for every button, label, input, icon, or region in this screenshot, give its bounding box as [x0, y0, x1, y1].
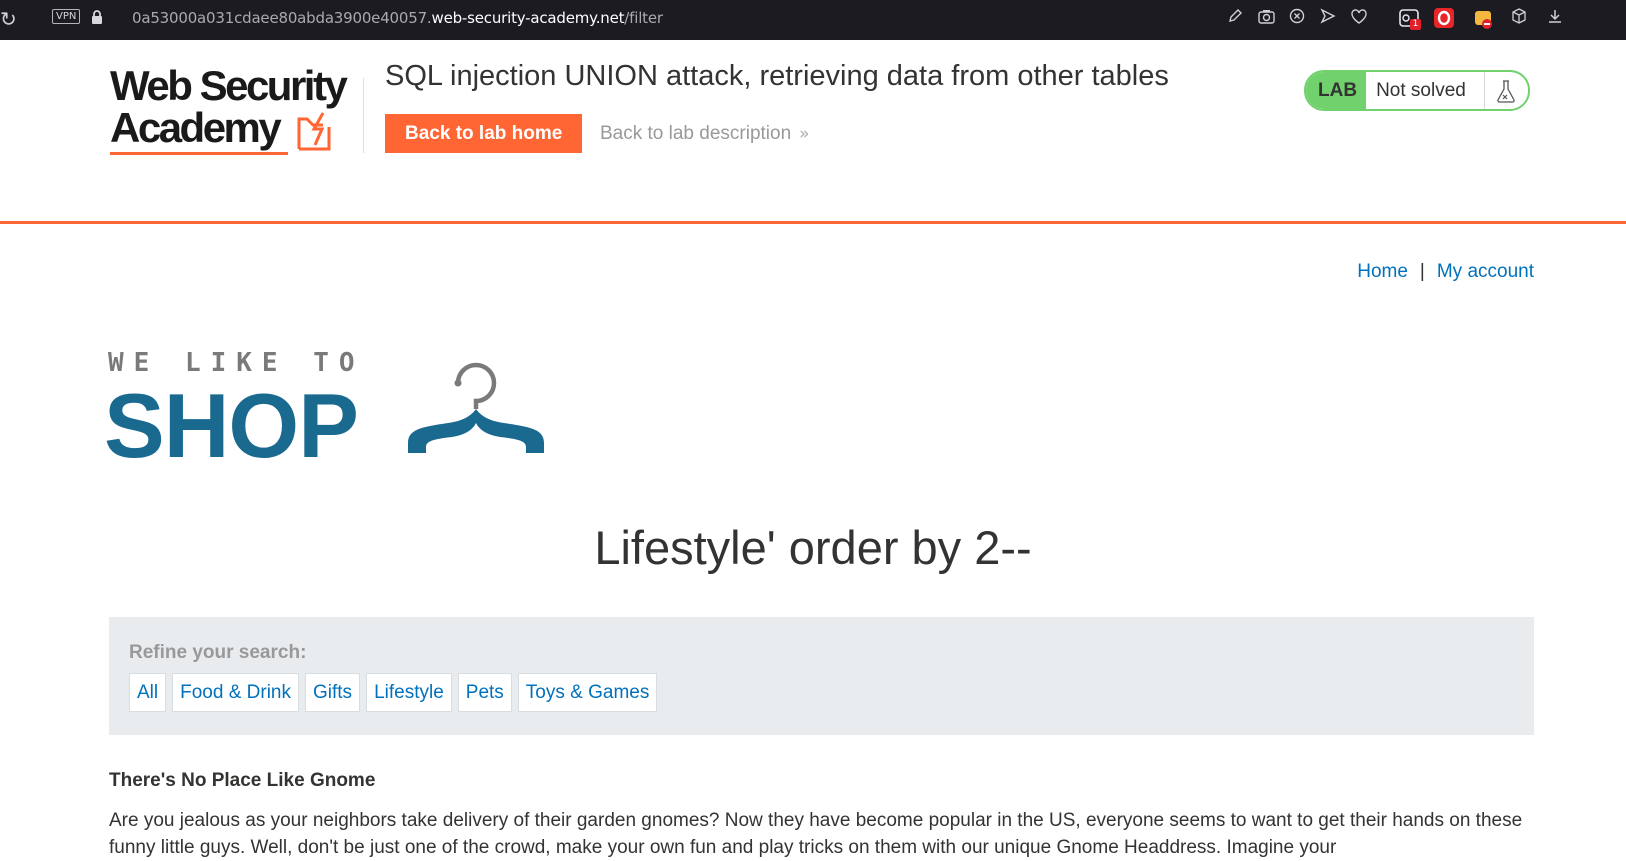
shield-icon[interactable]: [1286, 8, 1308, 30]
lab-tag: LAB: [1306, 72, 1367, 109]
opera-icon[interactable]: [1433, 8, 1455, 30]
logo-line1: Web Security: [110, 62, 348, 109]
product-name: There's No Place Like Gnome: [109, 770, 376, 791]
refine-search-label: Refine your search:: [129, 642, 307, 663]
url-path: /filter: [624, 9, 663, 27]
url-field[interactable]: 0a53000a031cdaee80abda3900e40057.web-sec…: [132, 9, 663, 27]
shop-logo-wordmark: SHOP: [104, 376, 359, 477]
back-to-lab-home-button[interactable]: Back to lab home: [385, 114, 583, 153]
category-food-drink[interactable]: Food & Drink: [172, 673, 299, 712]
extension-badge: 1: [1410, 19, 1421, 30]
home-link[interactable]: Home: [1357, 261, 1408, 282]
reload-icon[interactable]: ↻: [0, 7, 17, 31]
product-description: Are you jealous as your neighbors take d…: [109, 810, 1523, 858]
hanger-icon: [398, 343, 548, 460]
vpn-badge[interactable]: VPN: [52, 9, 81, 24]
back-to-lab-description-link[interactable]: Back to lab description »: [600, 123, 810, 145]
web-security-academy-logo[interactable]: Web Security Academy: [110, 65, 360, 160]
logo-line2: Academy: [110, 104, 282, 151]
box-icon[interactable]: [1508, 8, 1530, 30]
logo-mark-icon: [296, 109, 338, 158]
category-lifestyle[interactable]: Lifestyle: [366, 673, 452, 712]
header-divider: [363, 78, 364, 153]
category-filters: All Food & Drink Gifts Lifestyle Pets To…: [129, 673, 658, 712]
category-toys-games[interactable]: Toys & Games: [517, 673, 658, 712]
download-icon[interactable]: [1544, 8, 1566, 30]
send-icon[interactable]: [1317, 8, 1339, 30]
url-domain: web-security-academy.net: [431, 9, 625, 27]
browser-toolbar: 1: [1226, 5, 1626, 35]
category-gifts[interactable]: Gifts: [305, 673, 361, 712]
double-chevron-right-icon: »: [799, 124, 810, 144]
edit-icon[interactable]: [1224, 8, 1246, 30]
lab-title: SQL injection UNION attack, retrieving d…: [385, 60, 1169, 92]
url-prefix: 0a53000a031cdaee80abda3900e40057.: [132, 9, 432, 27]
nav-separator: |: [1419, 261, 1425, 282]
flask-icon: [1485, 72, 1528, 109]
lab-status-widget: LAB Not solved: [1304, 70, 1530, 111]
shop-logo-tagline: WE LIKE TO: [108, 348, 365, 378]
academy-header: Web Security Academy SQL injection UNION…: [0, 40, 1626, 224]
page-heading: Lifestyle' order by 2--: [594, 521, 1032, 574]
category-all[interactable]: All: [129, 673, 167, 712]
puzzle-icon[interactable]: [1473, 8, 1495, 30]
top-nav: Home | My account: [1357, 261, 1534, 283]
lab-status-text: Not solved: [1366, 72, 1485, 109]
back-to-lab-description-label: Back to lab description: [600, 123, 792, 144]
extension-icon[interactable]: 1: [1398, 8, 1421, 30]
category-pets[interactable]: Pets: [457, 673, 512, 712]
lock-icon[interactable]: [91, 9, 103, 25]
filter-panel: Refine your search: All Food & Drink Gif…: [109, 617, 1534, 735]
browser-address-bar: ↻ VPN 0a53000a031cdaee80abda3900e40057.w…: [0, 0, 1626, 40]
heart-icon[interactable]: [1348, 8, 1370, 30]
my-account-link[interactable]: My account: [1437, 261, 1534, 282]
logo-underline: [110, 152, 288, 155]
shop-logo: WE LIKE TO SHOP: [104, 343, 558, 477]
camera-icon[interactable]: [1255, 8, 1277, 30]
